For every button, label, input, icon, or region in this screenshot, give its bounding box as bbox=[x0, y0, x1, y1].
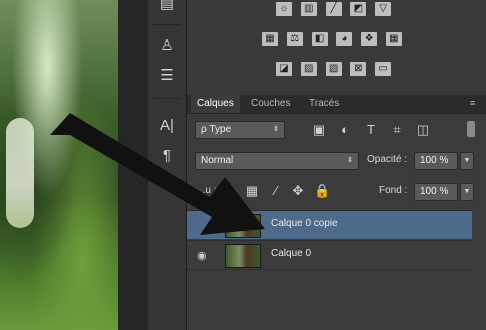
options-tool-icon[interactable]: ☰ bbox=[156, 66, 178, 86]
color-balance-icon[interactable]: ⚖ bbox=[286, 32, 303, 46]
bw-icon[interactable]: ◧ bbox=[311, 32, 328, 46]
tool-divider bbox=[153, 98, 181, 99]
layer-thumbnail bbox=[225, 244, 261, 268]
adjust-row-2: ▦ ⚖ ◧ ◕ ❖ ▦ bbox=[187, 32, 486, 54]
tab-traces[interactable]: Tracés bbox=[303, 95, 345, 113]
fill-dropdown-button[interactable]: ▼ bbox=[460, 183, 474, 201]
annotation-arrow bbox=[50, 113, 265, 235]
lock-position-icon[interactable]: ✥ bbox=[291, 184, 305, 198]
shape-filter-icon[interactable]: ⌗ bbox=[390, 123, 404, 137]
pixel-filter-icon[interactable]: ▣ bbox=[312, 123, 326, 137]
exposure-icon[interactable]: ◩ bbox=[350, 2, 367, 16]
opacity-input[interactable]: 100 % bbox=[414, 152, 458, 170]
posterize-icon[interactable]: ▨ bbox=[300, 62, 317, 76]
canvas-highlight bbox=[6, 118, 34, 228]
photo-filter-icon[interactable]: ◕ bbox=[336, 32, 353, 46]
opacity-label: Opacité : bbox=[367, 154, 408, 165]
filter-toggle[interactable] bbox=[467, 121, 475, 137]
gradient-map-icon[interactable]: ▭ bbox=[375, 62, 392, 76]
layer-name: Calque 0 copie bbox=[271, 218, 338, 229]
type-filter-icon[interactable]: T bbox=[364, 123, 378, 137]
lock-paint-icon[interactable]: ⁄ bbox=[269, 184, 283, 198]
opacity-dropdown-button[interactable]: ▼ bbox=[460, 152, 474, 170]
hsl-icon[interactable]: ▦ bbox=[262, 32, 278, 46]
vibrance-icon[interactable]: ▽ bbox=[375, 2, 392, 16]
fill-input[interactable]: 100 % bbox=[414, 183, 458, 201]
curves-icon[interactable]: ╱ bbox=[325, 2, 342, 16]
smart-object-filter-icon[interactable]: ◫ bbox=[416, 123, 430, 137]
layer-name: Calque 0 bbox=[271, 248, 312, 259]
selective-color-icon[interactable]: ⊠ bbox=[350, 62, 367, 76]
chevron-updown-icon: ⇕ bbox=[273, 126, 279, 133]
lock-all-icon[interactable]: 🔒 bbox=[314, 184, 330, 198]
paint-tool-icon[interactable]: ♙ bbox=[156, 36, 178, 56]
eye-icon[interactable]: ◉ bbox=[197, 249, 207, 262]
adjust-filter-icon[interactable]: ◐ bbox=[338, 123, 352, 137]
panel-menu-icon[interactable]: ≡ bbox=[470, 99, 480, 108]
tool-divider bbox=[153, 24, 181, 25]
channel-mixer-icon[interactable]: ❖ bbox=[361, 32, 378, 46]
levels-icon[interactable]: ▥ bbox=[300, 2, 317, 16]
move-tool-icon[interactable]: ▤ bbox=[156, 0, 178, 14]
chevron-updown-icon: ⇕ bbox=[347, 157, 353, 164]
color-lookup-icon[interactable]: ▦ bbox=[385, 32, 402, 46]
brightness-icon[interactable]: ☼ bbox=[276, 2, 292, 16]
adjust-row-1: ☼ ▥ ╱ ◩ ▽ bbox=[187, 2, 486, 24]
adjustments-panel: ☼ ▥ ╱ ◩ ▽ ▦ ⚖ ◧ ◕ ❖ ▦ ◪ ▨ ▧ ⊠ ▭ bbox=[187, 0, 486, 95]
adjust-row-3: ◪ ▨ ▧ ⊠ ▭ bbox=[187, 62, 486, 84]
threshold-icon[interactable]: ▧ bbox=[325, 62, 342, 76]
invert-icon[interactable]: ◪ bbox=[276, 62, 292, 76]
fill-label: Fond : bbox=[379, 185, 408, 196]
